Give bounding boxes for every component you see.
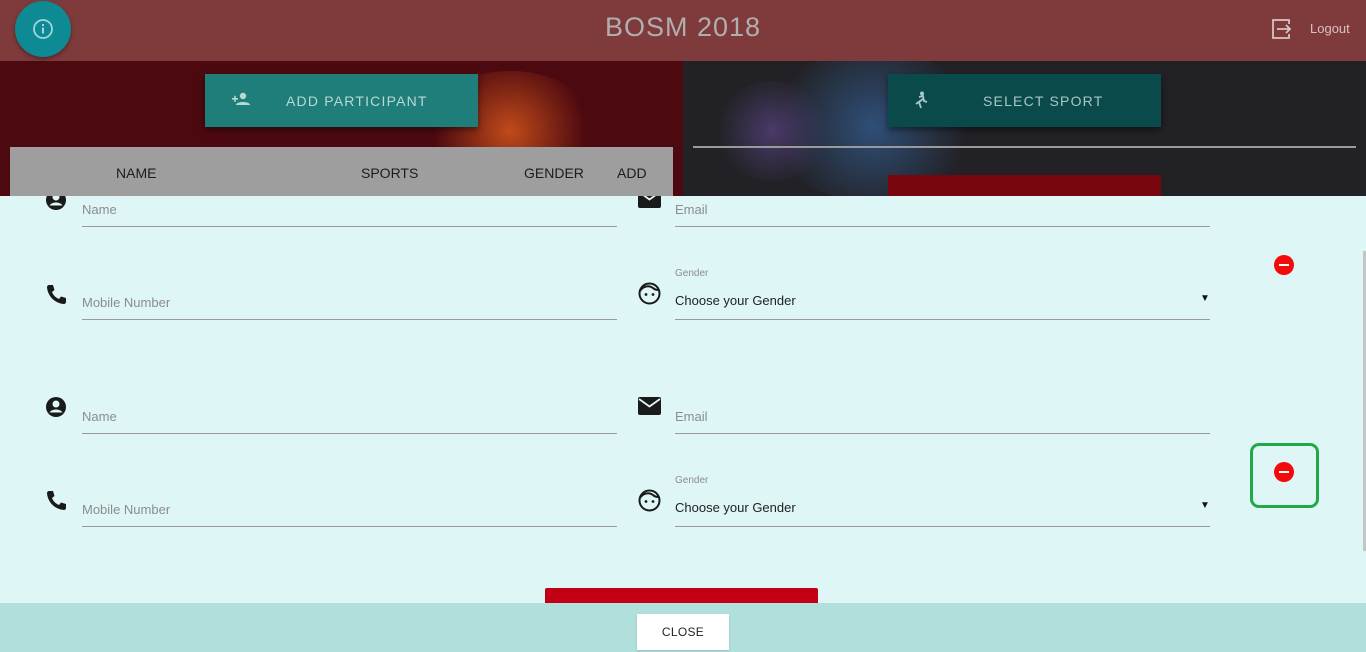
modal-footer: CLOSE xyxy=(0,603,1366,652)
highlight-box xyxy=(1250,443,1319,508)
logout-link[interactable]: Logout xyxy=(1310,21,1350,36)
add-participant-modal: Name Email Mobile Number Gender Choose y… xyxy=(0,196,1366,603)
select-sport-label: SELECT SPORT xyxy=(983,93,1104,109)
column-header-name: NAME xyxy=(116,165,157,181)
chevron-down-icon[interactable]: ▼ xyxy=(1200,500,1210,511)
column-header-gender: GENDER xyxy=(524,165,584,181)
add-person-icon xyxy=(232,92,250,105)
gender-select[interactable]: Choose your Gender xyxy=(675,500,796,515)
column-header-add: ADD xyxy=(617,165,647,181)
participants-table-header: NAME SPORTS GENDER ADD xyxy=(10,147,673,196)
logout-icon[interactable] xyxy=(1271,18,1295,40)
select-sport-button[interactable]: SELECT SPORT xyxy=(888,74,1161,127)
page-title: BOSM 2018 xyxy=(604,12,762,42)
remove-participant-button[interactable] xyxy=(1274,255,1294,275)
name-field[interactable]: Name xyxy=(82,409,117,424)
close-button[interactable]: CLOSE xyxy=(637,614,729,650)
submit-button-background xyxy=(888,175,1161,196)
email-field[interactable]: Email xyxy=(675,409,708,424)
phone-icon xyxy=(47,491,66,510)
gender-label: Gender xyxy=(675,268,709,279)
account-icon xyxy=(46,196,66,210)
face-icon xyxy=(638,282,661,305)
gender-label: Gender xyxy=(675,475,709,486)
column-header-sports: SPORTS xyxy=(361,165,419,181)
face-icon xyxy=(638,489,661,512)
phone-icon xyxy=(47,285,66,304)
runner-icon xyxy=(915,91,928,109)
submit-button[interactable] xyxy=(545,588,818,603)
chevron-down-icon[interactable]: ▼ xyxy=(1200,293,1210,304)
account-icon xyxy=(46,397,66,417)
name-field[interactable]: Name xyxy=(82,202,117,217)
email-icon xyxy=(638,196,661,208)
mobile-number-field[interactable]: Mobile Number xyxy=(82,502,170,517)
email-icon xyxy=(638,397,661,415)
add-participant-label: ADD PARTICIPANT xyxy=(286,93,428,109)
divider xyxy=(693,146,1356,148)
app-header: BOSM 2018 Logout xyxy=(0,0,1366,61)
mobile-number-field[interactable]: Mobile Number xyxy=(82,295,170,310)
gender-select[interactable]: Choose your Gender xyxy=(675,293,796,308)
email-field[interactable]: Email xyxy=(675,202,708,217)
add-participant-button[interactable]: ADD PARTICIPANT xyxy=(205,74,478,127)
